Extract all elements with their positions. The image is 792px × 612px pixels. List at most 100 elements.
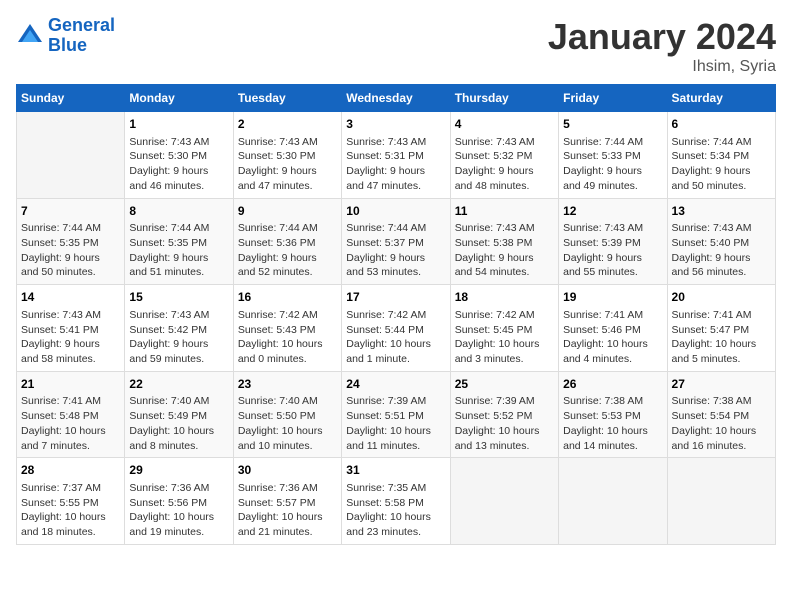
day-number: 8 (129, 203, 228, 220)
cell-detail: and 0 minutes. (238, 352, 337, 367)
header-cell-tuesday: Tuesday (233, 85, 341, 112)
day-number: 24 (346, 376, 445, 393)
logo-text: General Blue (48, 16, 115, 56)
cell-detail: Sunrise: 7:39 AM (346, 394, 445, 409)
day-number: 28 (21, 462, 120, 479)
day-number: 22 (129, 376, 228, 393)
cell-detail: and 1 minute. (346, 352, 445, 367)
cell-detail: Daylight: 10 hours (21, 424, 120, 439)
cell-detail: Daylight: 10 hours (346, 510, 445, 525)
cell-detail: Daylight: 9 hours (346, 251, 445, 266)
header: General Blue January 2024 Ihsim, Syria (16, 16, 776, 76)
cell-detail: Sunset: 5:44 PM (346, 323, 445, 338)
calendar-cell: 29Sunrise: 7:36 AMSunset: 5:56 PMDayligh… (125, 458, 233, 545)
calendar-cell: 27Sunrise: 7:38 AMSunset: 5:54 PMDayligh… (667, 371, 775, 458)
cell-detail: Daylight: 9 hours (21, 251, 120, 266)
cell-detail: Sunrise: 7:43 AM (672, 221, 771, 236)
day-number: 18 (455, 289, 554, 306)
cell-detail: Sunset: 5:57 PM (238, 496, 337, 511)
cell-detail: Daylight: 10 hours (346, 337, 445, 352)
header-cell-monday: Monday (125, 85, 233, 112)
title-area: January 2024 Ihsim, Syria (548, 16, 776, 76)
cell-detail: Sunrise: 7:43 AM (21, 308, 120, 323)
cell-detail: Sunset: 5:40 PM (672, 236, 771, 251)
cell-detail: Daylight: 10 hours (238, 424, 337, 439)
cell-detail: Sunrise: 7:41 AM (672, 308, 771, 323)
cell-detail: Sunset: 5:46 PM (563, 323, 662, 338)
cell-detail: Daylight: 9 hours (238, 251, 337, 266)
cell-detail: Daylight: 10 hours (21, 510, 120, 525)
cell-detail: Sunset: 5:33 PM (563, 149, 662, 164)
day-number: 15 (129, 289, 228, 306)
cell-detail: Daylight: 9 hours (672, 251, 771, 266)
calendar-cell (17, 112, 125, 199)
cell-detail: Sunrise: 7:44 AM (672, 135, 771, 150)
header-cell-saturday: Saturday (667, 85, 775, 112)
cell-detail: and 46 minutes. (129, 179, 228, 194)
cell-detail: Sunset: 5:43 PM (238, 323, 337, 338)
cell-detail: and 19 minutes. (129, 525, 228, 540)
cell-detail: Daylight: 10 hours (563, 337, 662, 352)
cell-detail: Sunset: 5:56 PM (129, 496, 228, 511)
cell-detail: and 8 minutes. (129, 439, 228, 454)
logo-line1: General (48, 15, 115, 35)
calendar-table: SundayMondayTuesdayWednesdayThursdayFrid… (16, 84, 776, 545)
calendar-cell: 1Sunrise: 7:43 AMSunset: 5:30 PMDaylight… (125, 112, 233, 199)
cell-detail: Sunset: 5:32 PM (455, 149, 554, 164)
calendar-cell: 26Sunrise: 7:38 AMSunset: 5:53 PMDayligh… (559, 371, 667, 458)
cell-detail: Sunrise: 7:43 AM (129, 135, 228, 150)
calendar-cell: 22Sunrise: 7:40 AMSunset: 5:49 PMDayligh… (125, 371, 233, 458)
day-number: 20 (672, 289, 771, 306)
cell-detail: Daylight: 10 hours (672, 424, 771, 439)
cell-detail: Sunset: 5:30 PM (238, 149, 337, 164)
cell-detail: Daylight: 9 hours (672, 164, 771, 179)
cell-detail: Sunset: 5:35 PM (21, 236, 120, 251)
cell-detail: and 47 minutes. (238, 179, 337, 194)
cell-detail: Sunrise: 7:40 AM (129, 394, 228, 409)
cell-detail: Daylight: 9 hours (129, 251, 228, 266)
cell-detail: Sunset: 5:51 PM (346, 409, 445, 424)
calendar-cell: 13Sunrise: 7:43 AMSunset: 5:40 PMDayligh… (667, 198, 775, 285)
day-number: 26 (563, 376, 662, 393)
cell-detail: and 58 minutes. (21, 352, 120, 367)
cell-detail: Sunset: 5:55 PM (21, 496, 120, 511)
day-number: 7 (21, 203, 120, 220)
day-number: 12 (563, 203, 662, 220)
cell-detail: and 53 minutes. (346, 265, 445, 280)
cell-detail: and 23 minutes. (346, 525, 445, 540)
cell-detail: and 51 minutes. (129, 265, 228, 280)
page-subtitle: Ihsim, Syria (548, 58, 776, 76)
cell-detail: Sunrise: 7:41 AM (21, 394, 120, 409)
header-row: SundayMondayTuesdayWednesdayThursdayFrid… (17, 85, 776, 112)
calendar-cell: 20Sunrise: 7:41 AMSunset: 5:47 PMDayligh… (667, 285, 775, 372)
calendar-cell (667, 458, 775, 545)
cell-detail: Sunset: 5:41 PM (21, 323, 120, 338)
cell-detail: and 13 minutes. (455, 439, 554, 454)
cell-detail: Sunset: 5:34 PM (672, 149, 771, 164)
calendar-cell: 14Sunrise: 7:43 AMSunset: 5:41 PMDayligh… (17, 285, 125, 372)
cell-detail: Sunrise: 7:36 AM (238, 481, 337, 496)
calendar-cell: 11Sunrise: 7:43 AMSunset: 5:38 PMDayligh… (450, 198, 558, 285)
calendar-cell: 31Sunrise: 7:35 AMSunset: 5:58 PMDayligh… (342, 458, 450, 545)
cell-detail: Sunrise: 7:42 AM (455, 308, 554, 323)
day-number: 10 (346, 203, 445, 220)
cell-detail: Sunrise: 7:43 AM (563, 221, 662, 236)
cell-detail: Daylight: 9 hours (238, 164, 337, 179)
cell-detail: and 7 minutes. (21, 439, 120, 454)
cell-detail: Sunrise: 7:36 AM (129, 481, 228, 496)
header-cell-wednesday: Wednesday (342, 85, 450, 112)
calendar-cell: 21Sunrise: 7:41 AMSunset: 5:48 PMDayligh… (17, 371, 125, 458)
week-row-4: 21Sunrise: 7:41 AMSunset: 5:48 PMDayligh… (17, 371, 776, 458)
day-number: 13 (672, 203, 771, 220)
cell-detail: Daylight: 10 hours (672, 337, 771, 352)
calendar-cell: 8Sunrise: 7:44 AMSunset: 5:35 PMDaylight… (125, 198, 233, 285)
day-number: 1 (129, 116, 228, 133)
cell-detail: and 50 minutes. (672, 179, 771, 194)
calendar-body: 1Sunrise: 7:43 AMSunset: 5:30 PMDaylight… (17, 112, 776, 545)
calendar-cell: 25Sunrise: 7:39 AMSunset: 5:52 PMDayligh… (450, 371, 558, 458)
cell-detail: Daylight: 9 hours (21, 337, 120, 352)
header-cell-sunday: Sunday (17, 85, 125, 112)
cell-detail: Sunset: 5:38 PM (455, 236, 554, 251)
cell-detail: Daylight: 10 hours (455, 337, 554, 352)
calendar-cell: 12Sunrise: 7:43 AMSunset: 5:39 PMDayligh… (559, 198, 667, 285)
